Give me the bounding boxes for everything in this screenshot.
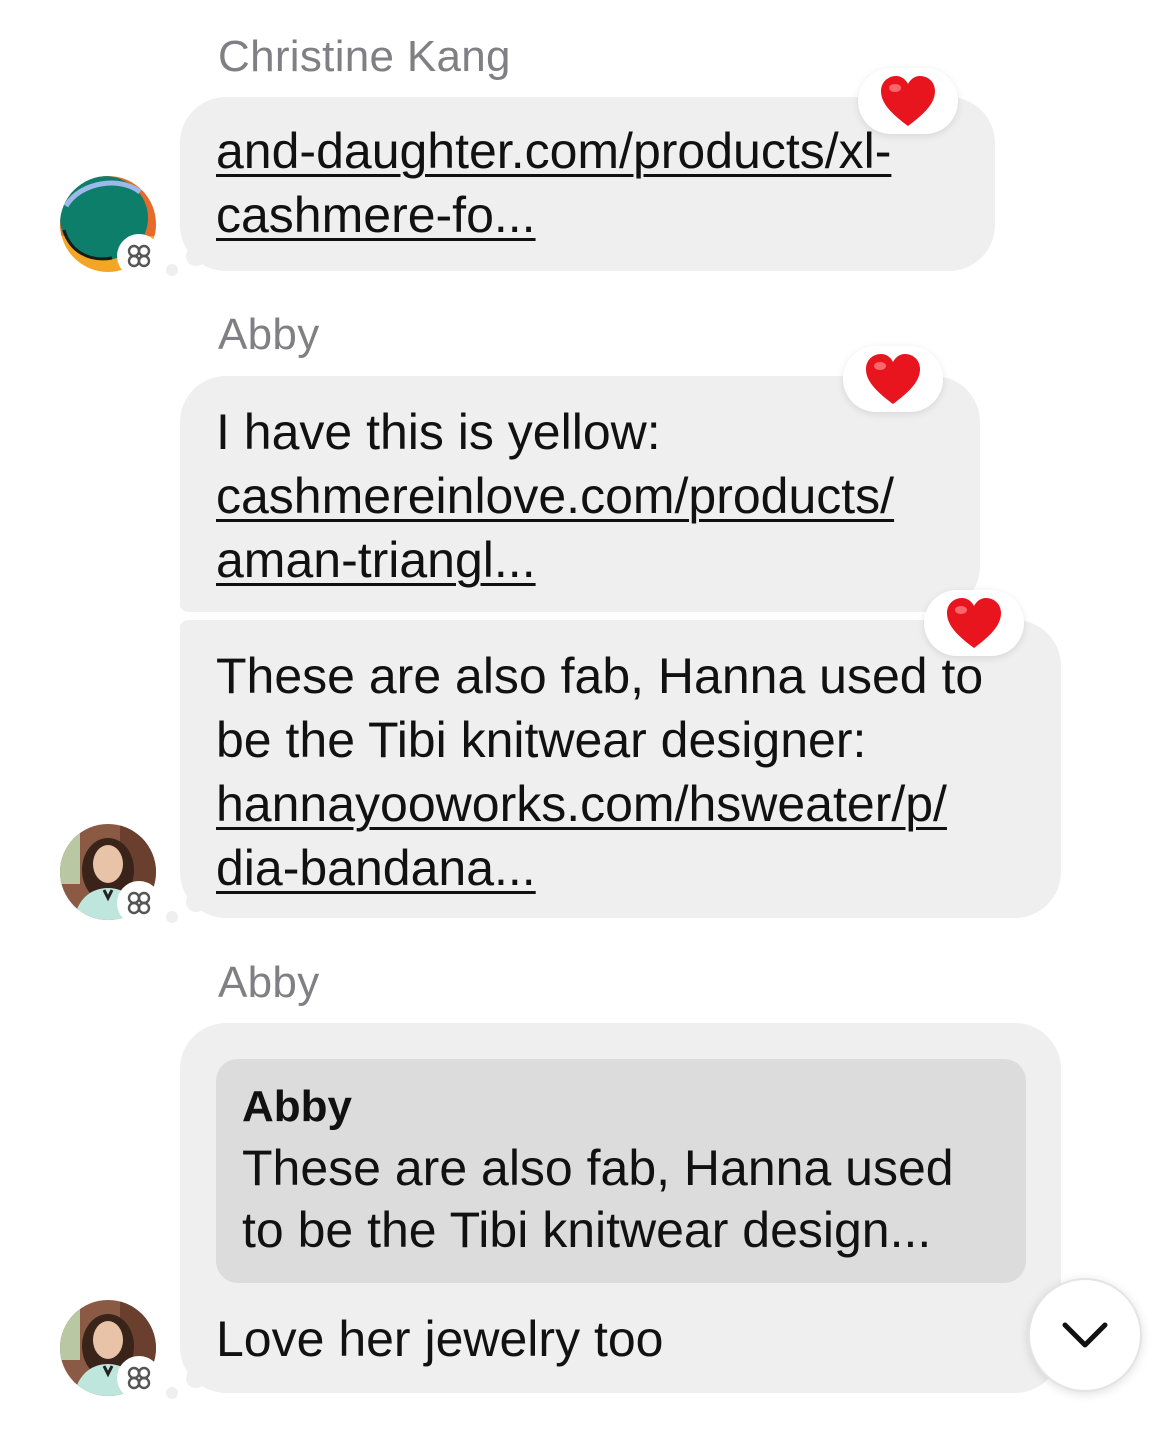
bubble-tail [186, 892, 206, 912]
message-text: be the Tibi knitwear designer: [216, 712, 867, 768]
heart-icon [947, 598, 1001, 648]
sender-name: Abby [218, 310, 320, 359]
heart-reaction[interactable] [858, 68, 958, 134]
message-bubble[interactable]: I have this is yellow: cashmereinlove.co… [180, 376, 980, 612]
heart-icon [881, 76, 935, 126]
heart-reaction[interactable] [924, 590, 1024, 656]
message-link[interactable]: dia-bandana... [216, 836, 1025, 900]
message-text: These are also fab, Hanna used to [216, 648, 984, 704]
bubble-tail [166, 911, 178, 923]
message-link[interactable]: and-daughter.com/products/xl- [216, 119, 959, 183]
reply-quote[interactable]: Abby These are also fab, Hanna used to b… [216, 1059, 1026, 1283]
sender-name: Christine Kang [218, 32, 511, 81]
message-bubble[interactable]: Abby These are also fab, Hanna used to b… [180, 1023, 1061, 1393]
reply-quote-text: These are also fab, Hanna used [242, 1140, 954, 1196]
heart-icon [866, 354, 920, 404]
reply-quote-sender: Abby [242, 1082, 352, 1131]
chevron-down-icon [1062, 1322, 1108, 1348]
message-text: Love her jewelry too [216, 1311, 664, 1367]
bubble-tail [186, 1368, 206, 1388]
message-link[interactable]: cashmere-fo... [216, 183, 959, 247]
message-link[interactable]: cashmereinlove.com/products/ [216, 464, 944, 528]
message-link[interactable]: aman-triangl... [216, 528, 944, 592]
message-text: I have this is yellow: [216, 404, 661, 460]
scroll-to-bottom-button[interactable] [1028, 1278, 1142, 1392]
message-link[interactable]: hannayooworks.com/hsweater/p/ [216, 772, 1025, 836]
bubble-tail [186, 246, 206, 266]
sender-name: Abby [218, 958, 320, 1007]
heart-reaction[interactable] [843, 346, 943, 412]
message-bubble[interactable]: These are also fab, Hanna used to be the… [180, 620, 1061, 918]
group-badge-icon [119, 883, 159, 923]
bubble-tail [166, 264, 178, 276]
group-badge-icon [119, 1358, 159, 1398]
bubble-tail [166, 1387, 178, 1399]
reply-quote-text: to be the Tibi knitwear design... [242, 1202, 932, 1258]
group-badge-icon [119, 236, 159, 276]
